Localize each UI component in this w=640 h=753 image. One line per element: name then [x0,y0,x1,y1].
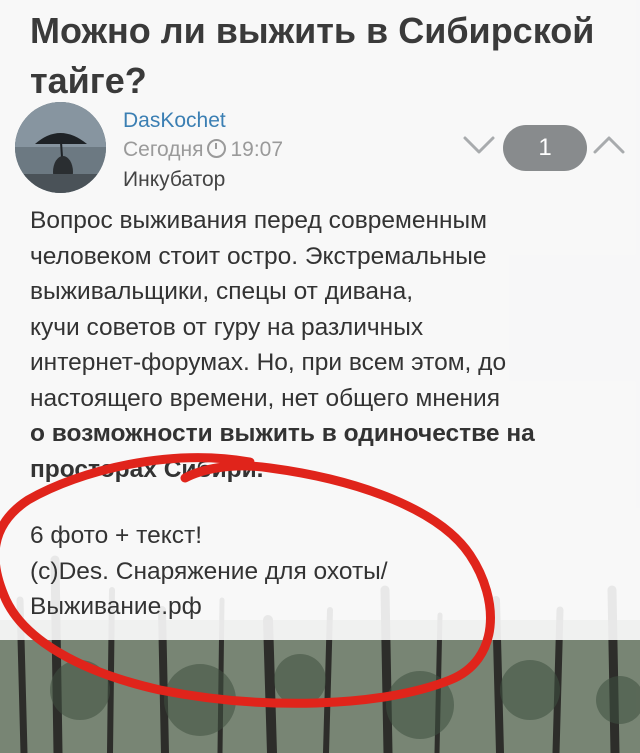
body-line: выживальщики, спецы от дивана, [30,278,414,305]
post-meta: Сегодня 19:07 [123,138,283,162]
community-link[interactable]: Инкубатор [123,168,225,192]
chevron-down-icon[interactable] [462,134,496,156]
extra-line: 6 фото + текст! [30,522,203,549]
body-line: Вопрос выживания перед современным [30,207,488,234]
rating-badge: 1 [503,125,587,171]
body-line-bold: о возможности выжить в одиночестве на [30,420,535,447]
post-extra: 6 фото + текст! (c)Des. Снаряжение для о… [30,518,388,625]
post-date: Сегодня [123,138,204,161]
body-line: кучи советов от гуру на различных [30,313,424,341]
avatar[interactable] [15,102,106,193]
post-title[interactable]: Можно ли выжить в Сибирской тайге? [30,6,620,106]
avatar-image [15,102,106,193]
clock-icon [207,139,227,158]
body-line: интернет-форумах. Но, при всем этом, до [30,349,507,376]
extra-line: (c)Des. Снаряжение для охоты/ [30,557,388,585]
body-line-bold: просторах Сибири. [30,455,264,483]
post-time: 19:07 [230,138,284,161]
author-link[interactable]: DasKochet [123,109,226,133]
extra-line: Выживание.рф [30,593,202,620]
chevron-up-icon[interactable] [592,134,626,156]
body-line: человеком стоит остро. Экстремальные [30,242,487,270]
body-line: настоящего времени, нет общего мнения [30,384,500,412]
post-body: Вопрос выживания перед современным челов… [30,203,630,487]
